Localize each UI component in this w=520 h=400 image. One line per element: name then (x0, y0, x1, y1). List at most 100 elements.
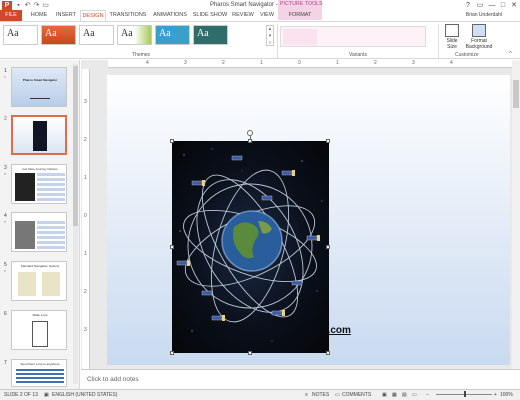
tab-home[interactable]: HOME (26, 10, 52, 21)
slide-number: 7 (4, 360, 7, 366)
resize-handle[interactable] (170, 245, 174, 249)
slide-thumbnail-1[interactable]: Pharos Smart Navigator (11, 67, 67, 107)
scrollbar-thumb[interactable] (73, 66, 78, 226)
theme-thumbnail[interactable]: Aa (79, 25, 114, 45)
tab-design[interactable]: DESIGN (80, 10, 106, 21)
resize-handle[interactable] (326, 245, 330, 249)
rotation-handle-icon[interactable] (247, 130, 253, 136)
theme-text: Aa (159, 28, 171, 39)
ruler-tick: 1 (84, 175, 87, 181)
tab-format[interactable]: FORMAT (282, 10, 318, 21)
slide-thumbnail-2[interactable] (11, 115, 67, 155)
thumb-picture (33, 121, 47, 151)
thumb-title: Standard Navigation Options (20, 264, 60, 268)
ruler-tick: 2 (222, 60, 225, 66)
resize-handle[interactable] (326, 139, 330, 143)
normal-view-icon[interactable]: ▣ (382, 392, 387, 398)
slide-thumbnail-4[interactable] (11, 212, 67, 252)
thumb-list (37, 221, 65, 249)
slide-thumbnail-7[interactable]: Send them a trip to anywhere (11, 359, 67, 387)
slide-thumbnail-5[interactable]: Standard Navigation Options (11, 261, 67, 301)
thumb-title: Send them a trip to anywhere (20, 362, 60, 366)
notes-button[interactable]: NOTES (312, 392, 329, 398)
horizontal-ruler: 4 3 2 1 0 1 2 3 4 (108, 60, 512, 68)
satellite-picture[interactable] (172, 141, 329, 353)
thumb-title: Make a trip (32, 313, 48, 317)
animation-star-icon: * (4, 173, 6, 179)
slide-number: 4 (4, 213, 7, 219)
format-background-icon (472, 24, 486, 37)
format-background-button[interactable]: Format Background (463, 24, 495, 50)
ribbon-tabs: FILE HOME INSERT DESIGN TRANSITIONS ANIM… (0, 10, 520, 21)
ruler-tick: 3 (412, 60, 415, 66)
zoom-in-icon[interactable]: + (494, 392, 497, 398)
comments-icon[interactable]: ▭ (335, 392, 340, 398)
thumb-list (37, 173, 65, 201)
ruler-tick: 2 (84, 137, 87, 143)
variants-gallery[interactable] (280, 26, 426, 47)
slide-number: 1 (4, 68, 7, 74)
themes-group-label: Themes (132, 52, 151, 58)
ruler-tick: 2 (374, 60, 377, 66)
tab-insert[interactable]: INSERT (53, 10, 79, 21)
group-divider (438, 24, 439, 58)
zoom-slider-thumb[interactable] (464, 391, 466, 397)
language-indicator[interactable]: ENGLISH (UNITED STATES) (52, 392, 117, 398)
user-name[interactable]: Brian Underdahl (466, 12, 502, 18)
notes-pane[interactable]: Click to add notes (81, 369, 520, 389)
resize-handle[interactable] (170, 139, 174, 143)
slide-thumbnail-3[interactable]: Get More Journey Options (11, 164, 67, 204)
ruler-tick: 3 (84, 99, 87, 105)
resize-handle[interactable] (248, 139, 252, 143)
reading-view-icon[interactable]: ▤ (402, 392, 407, 398)
ruler-tick: 0 (84, 213, 87, 219)
theme-text: Aa (197, 28, 209, 39)
tab-transitions[interactable]: TRANSITIONS (108, 10, 148, 21)
notes-placeholder[interactable]: Click to add notes (87, 376, 139, 383)
tab-view[interactable]: VIEW (256, 10, 278, 21)
thumb-map (18, 272, 36, 296)
zoom-out-icon[interactable]: − (426, 392, 429, 398)
collapse-ribbon-icon[interactable]: ^ (509, 51, 512, 57)
theme-thumbnail[interactable]: Aa (117, 25, 152, 45)
scrollbar-thumb[interactable] (513, 80, 519, 108)
window-title: Pharos Smart Navigator - PowerPoint (209, 2, 311, 8)
resize-handle[interactable] (326, 351, 330, 355)
picture-tools-label: PICTURE TOOLS (280, 1, 323, 7)
ruler-tick: 1 (336, 60, 339, 66)
thumb-title: Pharos Smart Navigator (22, 78, 58, 82)
resize-handle[interactable] (170, 351, 174, 355)
ruler-tick: 1 (84, 251, 87, 257)
tab-slide-show[interactable]: SLIDE SHOW (192, 10, 228, 21)
editor-scrollbar[interactable] (512, 60, 520, 369)
tab-animations[interactable]: ANIMATIONS (150, 10, 190, 21)
zoom-level[interactable]: 100% (500, 392, 513, 398)
theme-text: Aa (7, 28, 19, 39)
theme-thumbnail[interactable]: Aa (155, 25, 190, 45)
spelling-check-icon[interactable]: ▣ (44, 392, 49, 398)
notes-icon[interactable]: ≡ (305, 392, 308, 398)
theme-thumbnail[interactable]: Aa (3, 25, 38, 45)
slide-number: 5 (4, 262, 7, 268)
animation-star-icon: * (4, 76, 6, 82)
theme-thumbnail[interactable]: Aa (41, 25, 76, 45)
slide-number: 2 (4, 116, 7, 122)
thumbnail-scrollbar[interactable] (73, 64, 78, 384)
slide-sorter-icon[interactable]: ▦ (392, 392, 397, 398)
thumb-title: Get More Journey Options (22, 167, 58, 171)
theme-text: Aa (83, 28, 95, 39)
tab-file[interactable]: FILE (0, 10, 22, 21)
themes-gallery-more-icon[interactable]: ▴ ▾ ▿ (266, 25, 274, 46)
tab-review[interactable]: REVIEW (230, 10, 256, 21)
resize-handle[interactable] (248, 351, 252, 355)
theme-thumbnail[interactable]: Aa (193, 25, 228, 45)
variant-thumbnail[interactable] (283, 29, 317, 45)
slideshow-icon[interactable]: ▭ (412, 392, 417, 398)
customize-group-label: Customize (455, 52, 479, 58)
comments-button[interactable]: COMMENTS (342, 392, 371, 398)
variants-group-label: Variants (349, 52, 367, 58)
slide-size-button[interactable]: Slide Size (441, 24, 463, 50)
ruler-tick: 0 (298, 60, 301, 66)
thumb-block (15, 221, 35, 249)
slide-thumbnail-6[interactable]: Make a trip (11, 310, 67, 350)
